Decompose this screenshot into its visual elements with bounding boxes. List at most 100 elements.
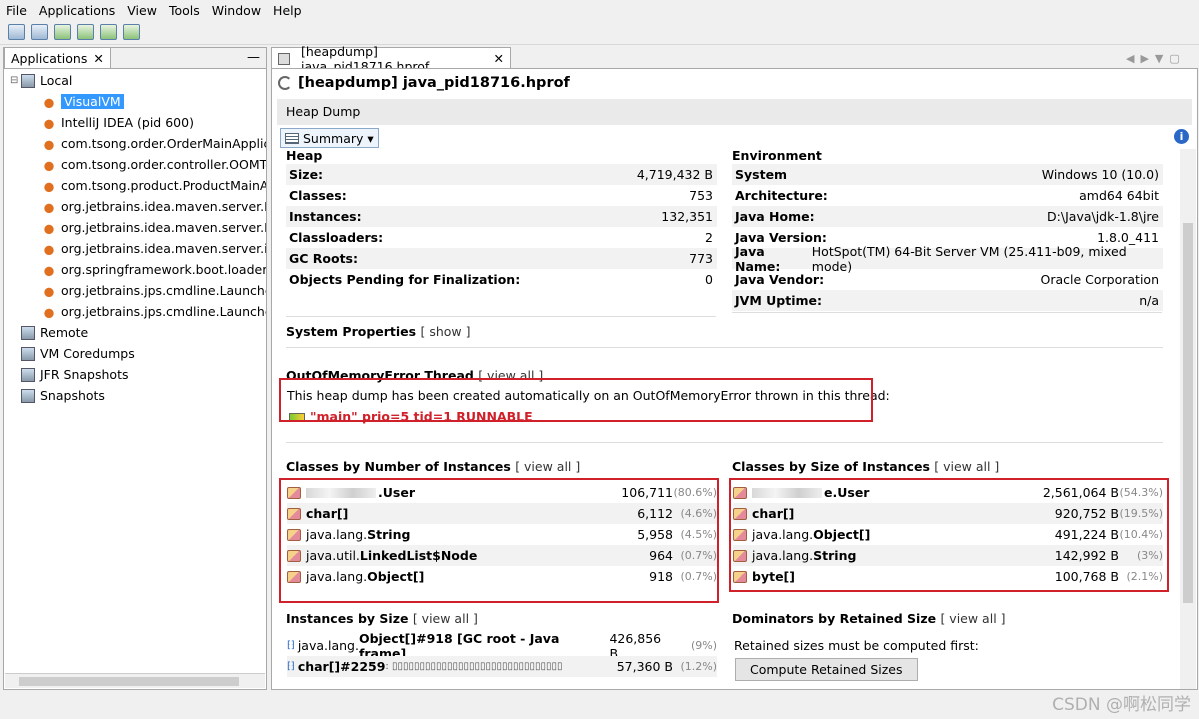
page-title: [heapdump] java_pid18716.hprof xyxy=(278,75,570,91)
dominators-heading: Dominators by Retained Size [ view all ] xyxy=(732,611,1006,626)
tree-item[interactable]: com.tsong.product.ProductMainAp xyxy=(42,175,266,196)
heap-row: Instances: 132,351 xyxy=(286,206,717,227)
summary-content: Heap Environment Size: 4,719,432 B Classes… xyxy=(272,149,1177,689)
tree-item[interactable]: org.jetbrains.idea.maven.server.Re xyxy=(42,217,266,238)
tree-item-label: VM Coredumps xyxy=(40,346,135,361)
heap-row: GC Roots: 773 xyxy=(286,248,717,269)
highlight-box xyxy=(279,378,873,422)
view-all-link[interactable]: [ view all ] xyxy=(515,459,580,474)
tree-item-label: org.jetbrains.jps.cmdline.Launcher ( xyxy=(61,283,266,298)
applications-panel: Applications ✕ — ⊟ Local VisualVM IntelliJ I… xyxy=(3,47,267,690)
env-row: System Windows 10 (10.0) xyxy=(732,164,1163,185)
add-remote-host-icon[interactable] xyxy=(77,24,94,40)
tree-item[interactable]: Remote xyxy=(10,322,88,343)
tree-item-label: org.jetbrains.jps.cmdline.Launcher ( xyxy=(61,304,266,319)
view-all-link[interactable]: [ view all ] xyxy=(413,611,478,626)
tab-applications[interactable]: Applications ✕ xyxy=(4,47,111,68)
expand-icon[interactable]: ⊟ xyxy=(10,75,21,86)
tree-item-label: com.tsong.order.controller.OOMTe xyxy=(61,157,266,172)
tree-item-label: org.jetbrains.idea.maven.server.Re xyxy=(61,199,266,214)
menu-applications[interactable]: Applications xyxy=(33,3,121,18)
host-icon xyxy=(21,346,35,361)
tab-heapdump[interactable]: [heapdump] java_pid18716.hprof ✕ xyxy=(271,44,511,74)
minimize-icon[interactable]: — xyxy=(247,50,260,65)
host-icon xyxy=(21,367,35,382)
java-app-icon xyxy=(42,199,56,214)
horizontal-scrollbar[interactable] xyxy=(5,673,265,688)
tab-navigation-icons[interactable]: ◀▶▼▢ xyxy=(1126,52,1186,65)
heap-row: Objects Pending for Finalization: 0 xyxy=(289,272,713,287)
view-all-link[interactable]: [ view all ] xyxy=(934,459,999,474)
heap-dump-bar: Heap Dump xyxy=(277,99,1192,125)
compute-retained-sizes-button[interactable]: Compute Retained Sizes xyxy=(735,658,918,681)
tree-item[interactable]: Snapshots xyxy=(10,385,105,406)
menu-bar: File Applications View Tools Window Help xyxy=(0,0,1199,20)
applications-tree: ⊟ Local VisualVM IntelliJ IDEA (pid 600) com… xyxy=(4,69,266,669)
tree-item-label: Local xyxy=(40,73,73,88)
tree-item[interactable]: VisualVM xyxy=(42,91,124,112)
info-icon[interactable]: i xyxy=(1174,129,1189,144)
tree-item[interactable]: org.springframework.boot.loader.P xyxy=(42,259,266,280)
tree-item[interactable]: org.jetbrains.jps.cmdline.Launcher ( xyxy=(42,301,266,322)
menu-tools[interactable]: Tools xyxy=(163,3,206,18)
tree-item[interactable]: org.jetbrains.idea.maven.server.Re xyxy=(42,196,266,217)
heap-row: Classes: 753 xyxy=(289,188,713,203)
java-app-icon xyxy=(42,262,56,277)
close-icon[interactable]: ✕ xyxy=(494,51,504,66)
host-icon xyxy=(21,388,35,403)
view-all-link[interactable]: [ view all ] xyxy=(940,611,1005,626)
java-app-icon xyxy=(42,283,56,298)
tree-item-label: VisualVM xyxy=(61,94,124,109)
menu-help[interactable]: Help xyxy=(267,3,308,18)
tree-item-label: org.springframework.boot.loader.P xyxy=(61,262,266,277)
host-icon xyxy=(21,325,35,340)
show-link[interactable]: [ show ] xyxy=(420,324,470,339)
tree-item[interactable]: com.tsong.order.OrderMainApplica xyxy=(42,133,266,154)
java-app-icon xyxy=(42,157,56,172)
instance-icon: ⁅⁆ xyxy=(287,640,295,651)
instance-row[interactable]: ⁅⁆ char[]#2259 : ▯▯▯▯▯▯▯▯▯▯▯▯▯▯▯▯▯▯▯▯▯▯▯▯… xyxy=(287,656,717,677)
tree-item-label: org.jetbrains.idea.maven.server.Re xyxy=(61,220,266,235)
open-icon[interactable] xyxy=(8,24,25,40)
highlight-box xyxy=(279,478,719,603)
java-app-icon xyxy=(42,115,56,130)
java-app-icon xyxy=(42,220,56,235)
menu-view[interactable]: View xyxy=(121,3,163,18)
tree-item[interactable]: org.jetbrains.jps.cmdline.Launcher ( xyxy=(42,280,266,301)
tree-item-label: com.tsong.product.ProductMainAp xyxy=(61,178,266,193)
menu-window[interactable]: Window xyxy=(206,3,267,18)
instance-row[interactable]: ⁅⁆ java.lang. Object[]#918 [GC root - Java… xyxy=(287,631,717,661)
tree-item-label: com.tsong.order.OrderMainApplica xyxy=(61,136,266,151)
env-row: Java Name: HotSpot(TM) 64-Bit Server VM (… xyxy=(732,244,1163,274)
save-icon[interactable] xyxy=(31,24,48,40)
tree-item[interactable]: VM Coredumps xyxy=(10,343,135,364)
toolbar xyxy=(0,20,1199,45)
heapdump-view: [heapdump] java_pid18716.hprof Heap Dump… xyxy=(271,68,1198,690)
dominators-note: Retained sizes must be computed first: xyxy=(734,638,979,653)
summary-dropdown[interactable]: Summary ▾ xyxy=(280,128,379,148)
add-coredump-icon[interactable] xyxy=(100,24,117,40)
tree-item[interactable]: JFR Snapshots xyxy=(10,364,128,385)
tree-item[interactable]: com.tsong.order.controller.OOMTe xyxy=(42,154,266,175)
tree-item-label: JFR Snapshots xyxy=(40,367,129,382)
tree-item-label: IntelliJ IDEA (pid 600) xyxy=(61,115,194,130)
tree-item[interactable]: IntelliJ IDEA (pid 600) xyxy=(42,112,194,133)
load-snapshot-icon[interactable] xyxy=(123,24,140,40)
heapdump-icon xyxy=(278,52,290,65)
java-app-icon xyxy=(42,94,56,109)
vertical-scrollbar[interactable] xyxy=(1180,149,1196,689)
env-row: Java Vendor: Oracle Corporation xyxy=(735,272,1159,287)
watermark: CSDN @啊松同学 xyxy=(1052,695,1191,715)
add-jmx-icon[interactable] xyxy=(54,24,71,40)
close-icon[interactable]: ✕ xyxy=(93,51,103,66)
java-app-icon xyxy=(42,178,56,193)
loading-icon xyxy=(278,76,292,90)
instance-icon: ⁅⁆ xyxy=(287,661,295,672)
java-app-icon xyxy=(42,304,56,319)
tree-item[interactable]: org.jetbrains.idea.maven.server.ind xyxy=(42,238,266,259)
heap-row: Classloaders: 2 xyxy=(289,230,713,245)
system-properties-heading: System Properties [ show ] xyxy=(286,324,471,339)
menu-file[interactable]: File xyxy=(0,3,33,18)
env-row: Architecture: amd64 64bit xyxy=(735,188,1159,203)
tree-item[interactable]: ⊟ Local xyxy=(10,70,72,91)
